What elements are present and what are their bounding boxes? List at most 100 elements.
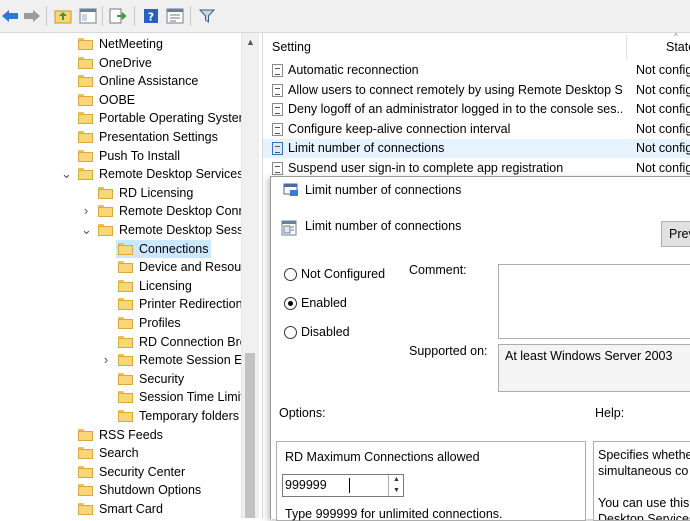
radio-not-configured-label[interactable]: Not Configured <box>301 267 385 281</box>
help-icon[interactable]: ? <box>141 6 161 26</box>
policy-dialog: Limit number of connections Limit number… <box>270 176 690 521</box>
spin-down-icon[interactable]: ▼ <box>388 485 404 496</box>
setting-state: Not config <box>636 121 690 136</box>
folder-icon <box>78 38 93 50</box>
max-connections-value[interactable]: 999999 <box>285 478 327 492</box>
svg-text:?: ? <box>148 11 154 24</box>
column-header-setting[interactable]: Setting <box>272 33 311 57</box>
show-hide-tree-icon[interactable] <box>78 6 98 26</box>
folder-icon <box>78 447 93 460</box>
column-divider[interactable] <box>626 35 627 59</box>
previous-setting-button[interactable]: Prev <box>661 221 690 247</box>
radio-enabled-label[interactable]: Enabled <box>301 296 347 310</box>
folder-icon <box>78 168 93 181</box>
comment-textarea[interactable] <box>498 264 690 339</box>
tree-item[interactable]: Licensing <box>116 277 241 295</box>
tree-item[interactable]: Shutdown Options <box>76 481 241 499</box>
tree-item-label: Smart Card <box>99 502 163 516</box>
tree-item[interactable]: Profiles <box>116 314 241 332</box>
max-connections-spinbox[interactable]: 999999 ▲ ▼ <box>282 474 404 497</box>
tree-item[interactable]: RSS Feeds <box>76 426 241 444</box>
folder-icon <box>118 279 133 292</box>
tree-item[interactable]: Printer Redirection <box>116 295 243 313</box>
tree-item[interactable]: Online Assistance <box>76 72 241 90</box>
tree-item[interactable]: RD Licensing <box>96 184 241 202</box>
policy-setting-icon <box>272 83 283 97</box>
policy-name: Limit number of connections <box>305 219 462 233</box>
tree-item-label: RSS Feeds <box>99 427 163 442</box>
folder-icon <box>118 317 133 329</box>
tree-item-label: Temporary folders <box>139 409 240 423</box>
tree-item[interactable]: Portable Operating System <box>76 109 249 127</box>
tree-item[interactable]: Remote Desktop Sessio <box>96 221 253 239</box>
tree-item[interactable]: Security <box>116 370 241 388</box>
forward-arrow-icon[interactable] <box>22 6 42 26</box>
collapse-chevron-icon[interactable]: ⌄ <box>81 223 92 236</box>
folder-icon <box>78 484 93 497</box>
folder-icon <box>98 186 113 199</box>
tree-scrollbar[interactable]: ▲ <box>241 33 259 518</box>
spin-up-icon[interactable]: ▲ <box>388 475 404 485</box>
folder-icon <box>78 112 93 125</box>
folder-icon <box>118 335 133 348</box>
properties-icon[interactable] <box>165 6 185 26</box>
collapse-chevron-icon[interactable]: ⌄ <box>61 167 72 180</box>
help-text-line: Desktop Services <box>598 512 690 521</box>
tree-item[interactable]: Connections <box>116 239 211 258</box>
folder-icon <box>118 261 133 274</box>
setting-name: Allow users to connect remotely by using… <box>288 82 622 97</box>
tree-item-label: Licensing <box>139 278 192 293</box>
filter-icon[interactable] <box>197 6 217 26</box>
folder-icon <box>118 242 133 255</box>
tree-item[interactable]: Presentation Settings <box>76 128 241 146</box>
up-folder-icon[interactable] <box>53 6 73 26</box>
tree-item-label: RD Licensing <box>119 185 194 200</box>
folder-icon <box>78 465 93 478</box>
tree-item[interactable]: Remote Session En <box>116 351 249 369</box>
tree-item[interactable]: Security Center <box>76 463 241 481</box>
scrollbar-thumb[interactable] <box>245 353 255 518</box>
settings-row[interactable]: Limit number of connections Not config <box>263 139 690 159</box>
folder-icon <box>118 391 133 404</box>
folder-icon <box>78 503 93 515</box>
expand-chevron-icon[interactable]: › <box>101 353 111 366</box>
tree-item[interactable]: Device and Resour <box>116 258 245 276</box>
settings-row[interactable]: Automatic reconnection Not config <box>263 61 690 80</box>
settings-row[interactable]: Allow users to connect remotely by using… <box>263 81 690 100</box>
export-list-icon[interactable] <box>108 6 128 26</box>
options-panel: RD Maximum Connections allowed 999999 ▲ … <box>276 441 586 521</box>
radio-disabled-label[interactable]: Disabled <box>301 325 350 339</box>
radio-not-configured[interactable] <box>284 268 297 281</box>
policy-setting-icon <box>272 142 283 156</box>
settings-row[interactable]: Configure keep-alive connection interval… <box>263 120 690 139</box>
tree-item-label: Search <box>99 446 139 461</box>
back-arrow-icon[interactable] <box>0 6 20 26</box>
settings-row[interactable]: Deny logoff of an administrator logged i… <box>263 100 690 119</box>
folder-icon <box>118 372 133 385</box>
tree-item[interactable]: Search <box>76 444 241 462</box>
help-text-line: simultaneous co <box>598 464 689 478</box>
text-cursor <box>349 478 350 493</box>
column-header-state[interactable]: State <box>666 33 690 57</box>
tree-item-label: Security <box>139 371 185 386</box>
tree-item-label: Push To Install <box>99 148 181 163</box>
tree-item[interactable]: Session Time Limit <box>116 388 244 406</box>
folder-icon <box>118 410 133 422</box>
folder-icon <box>118 354 133 367</box>
tree-item[interactable]: Temporary folders <box>116 407 241 425</box>
tree-item[interactable]: OneDrive <box>76 54 241 72</box>
radio-enabled[interactable] <box>284 297 297 310</box>
scroll-up-icon[interactable]: ▲ <box>246 37 255 47</box>
tree-item[interactable]: Remote Desktop Services <box>76 165 244 183</box>
radio-disabled[interactable] <box>284 326 297 339</box>
tree-item-label: Session Time Limit <box>139 390 244 405</box>
expand-chevron-icon[interactable]: › <box>81 204 91 217</box>
tree-item[interactable]: OOBE <box>76 91 241 109</box>
supported-on-label: Supported on: <box>409 344 488 358</box>
tree-item[interactable]: Remote Desktop Conn <box>96 202 245 220</box>
tree-item[interactable]: Push To Install <box>76 147 241 165</box>
tree-item-label: Shutdown Options <box>99 483 202 498</box>
tree-item[interactable]: NetMeeting <box>76 35 241 53</box>
tree-item[interactable]: Smart Card <box>76 500 241 518</box>
tree-item[interactable]: RD Connection Bro <box>116 333 247 351</box>
